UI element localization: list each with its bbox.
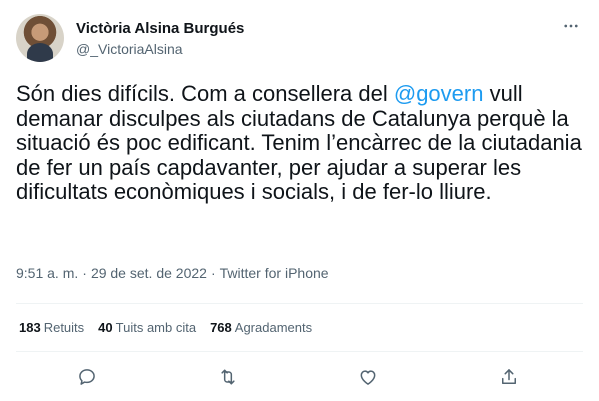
likes-count: 768 [210, 320, 232, 335]
mention-link[interactable]: @govern [394, 81, 484, 106]
tweet-card: Victòria Alsina Burgués @_VictoriaAlsina… [0, 0, 599, 401]
author-info: Victòria Alsina Burgués @_VictoriaAlsina [76, 19, 244, 58]
tweet-text-before-mention: Són dies difícils. Com a consellera del [16, 81, 394, 106]
meta-separator: · [82, 265, 87, 281]
author-display-name[interactable]: Victòria Alsina Burgués [76, 19, 244, 38]
tweet-source[interactable]: Twitter for iPhone [220, 265, 329, 281]
retweets-stat[interactable]: 183 Retuits [19, 320, 84, 335]
quotes-stat[interactable]: 40 Tuits amb cita [98, 320, 196, 335]
tweet-stats: 183 Retuits 40 Tuits amb cita 768 Agradaments [19, 320, 326, 335]
quotes-label: Tuits amb cita [115, 320, 197, 335]
retweet-icon[interactable] [216, 365, 240, 389]
divider [16, 351, 583, 352]
tweet-metadata: 9:51 a. m. · 29 de set. de 2022 · Twitter fo… [16, 265, 329, 281]
avatar[interactable] [16, 14, 64, 62]
author-handle[interactable]: @_VictoriaAlsina [76, 40, 244, 58]
share-icon[interactable] [497, 365, 521, 389]
retweets-count: 183 [19, 320, 41, 335]
meta-separator: · [210, 265, 216, 281]
retweets-label: Retuits [43, 320, 85, 335]
likes-stat[interactable]: 768 Agradaments [210, 320, 312, 335]
more-horizontal-icon[interactable] [559, 17, 583, 35]
tweet-time[interactable]: 9:51 a. m. [16, 265, 78, 281]
divider [16, 303, 583, 304]
tweet-text: Són dies difícils. Com a consellera del … [16, 81, 586, 205]
quotes-count: 40 [98, 320, 113, 335]
reply-icon[interactable] [75, 365, 99, 389]
likes-label: Agradaments [234, 320, 313, 335]
tweet-date[interactable]: 29 de set. de 2022 [91, 265, 207, 281]
like-icon[interactable] [356, 365, 380, 389]
tweet-header: Victòria Alsina Burgués @_VictoriaAlsina [16, 14, 583, 62]
action-bar [0, 365, 599, 389]
